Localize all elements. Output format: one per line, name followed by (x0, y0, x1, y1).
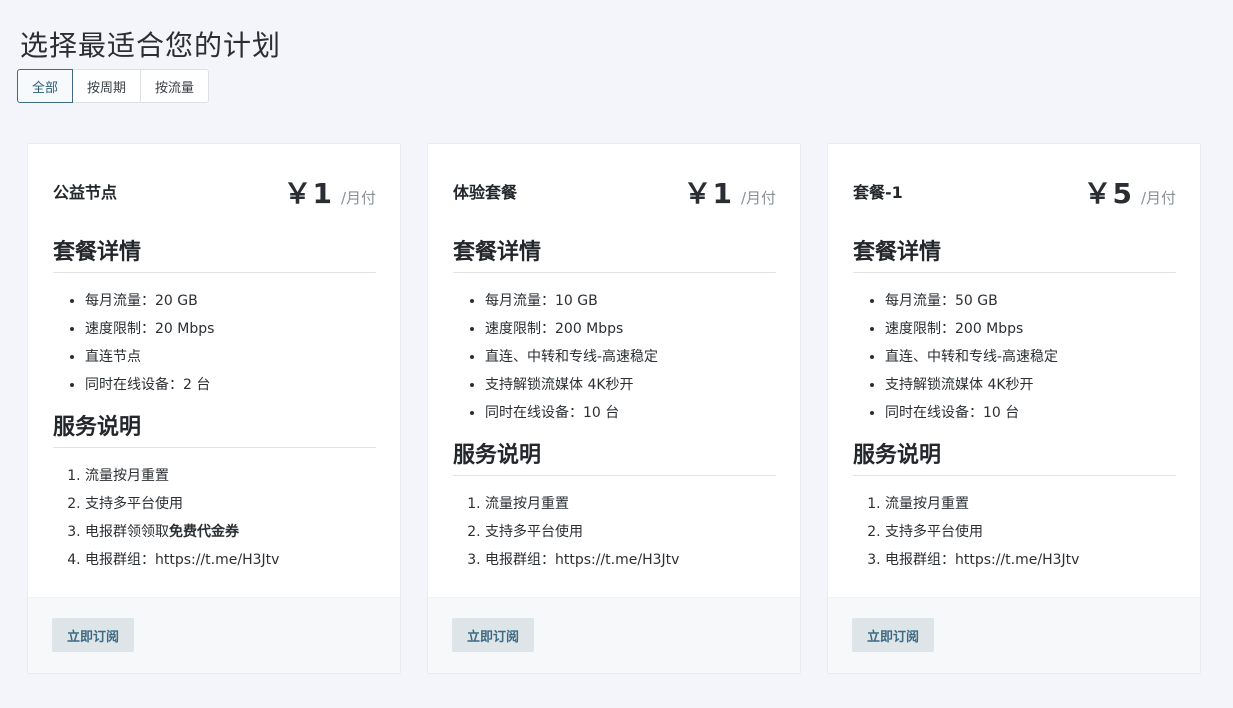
subscribe-button[interactable]: 立即订阅 (852, 618, 935, 652)
list-item: 支持多平台使用 (85, 490, 376, 518)
list-item: 流量按月重置 (885, 490, 1176, 518)
plan-price: ￥1 /月付 (683, 172, 776, 212)
list-item: 支持解锁流媒体 4K秒开 (885, 371, 1176, 399)
price-amount: ￥1 (683, 177, 733, 210)
tab-by-traffic[interactable]: 按流量 (140, 69, 210, 103)
note-text: 流量按月重置 (885, 496, 969, 512)
note-text: 支持多平台使用 (485, 524, 583, 540)
note-text: 电报群组：https://t.me/H3Jtv (485, 552, 680, 568)
list-item: 支持解锁流媒体 4K秒开 (485, 371, 776, 399)
list-item: 同时在线设备：2 台 (85, 371, 376, 399)
price-period: /月付 (740, 189, 776, 207)
list-item: 速度限制：200 Mbps (885, 315, 1176, 343)
tab-by-period[interactable]: 按周期 (72, 69, 142, 103)
list-item: 每月流量：20 GB (85, 287, 376, 315)
list-item: 速度限制：20 Mbps (85, 315, 376, 343)
list-item: 电报群领领取免费代金券 (85, 518, 376, 546)
card-footer: 立即订阅 (828, 597, 1200, 673)
list-item: 直连节点 (85, 343, 376, 371)
note-text: 支持多平台使用 (85, 496, 183, 512)
list-item: 每月流量：10 GB (485, 287, 776, 315)
feature-list: 每月流量：50 GB 速度限制：200 Mbps 直连、中转和专线-高速稳定 支… (853, 287, 1176, 427)
price-period: /月付 (340, 189, 376, 207)
list-item: 直连、中转和专线-高速稳定 (885, 343, 1176, 371)
service-notes: 流量按月重置 支持多平台使用 电报群领领取免费代金券 电报群组：https://… (53, 462, 376, 574)
note-text: 电报群组：https://t.me/H3Jtv (85, 552, 280, 568)
card-footer: 立即订阅 (28, 597, 400, 673)
list-item: 同时在线设备：10 台 (885, 399, 1176, 427)
list-item: 电报群组：https://t.me/H3Jtv (485, 546, 776, 574)
plan-price: ￥1 /月付 (283, 172, 376, 212)
card-footer: 立即订阅 (428, 597, 800, 673)
feature-list: 每月流量：20 GB 速度限制：20 Mbps 直连节点 同时在线设备：2 台 (53, 287, 376, 399)
service-notes: 流量按月重置 支持多平台使用 电报群组：https://t.me/H3Jtv (853, 490, 1176, 574)
section-title-service: 服务说明 (453, 437, 776, 476)
list-item: 流量按月重置 (485, 490, 776, 518)
price-amount: ￥1 (283, 177, 333, 210)
plan-card: 公益节点 ￥1 /月付 套餐详情 每月流量：20 GB 速度限制：20 Mbps… (27, 143, 401, 674)
note-text: 电报群领领取 (85, 524, 169, 540)
price-amount: ￥5 (1083, 177, 1133, 210)
section-title-details: 套餐详情 (453, 234, 776, 273)
list-item: 支持多平台使用 (485, 518, 776, 546)
note-text: 流量按月重置 (85, 468, 169, 484)
subscribe-button[interactable]: 立即订阅 (452, 618, 535, 652)
plan-card: 套餐-1 ￥5 /月付 套餐详情 每月流量：50 GB 速度限制：200 Mbp… (827, 143, 1201, 674)
page-title: 选择最适合您的计划 (20, 29, 282, 62)
plan-name: 体验套餐 (453, 183, 518, 202)
plan-name: 公益节点 (53, 183, 118, 202)
list-item: 每月流量：50 GB (885, 287, 1176, 315)
feature-list: 每月流量：10 GB 速度限制：200 Mbps 直连、中转和专线-高速稳定 支… (453, 287, 776, 427)
note-text: 流量按月重置 (485, 496, 569, 512)
service-notes: 流量按月重置 支持多平台使用 电报群组：https://t.me/H3Jtv (453, 490, 776, 574)
list-item: 流量按月重置 (85, 462, 376, 490)
tab-all[interactable]: 全部 (17, 69, 74, 103)
section-title-details: 套餐详情 (53, 234, 376, 273)
note-text: 支持多平台使用 (885, 524, 983, 540)
coupon-highlight: 免费代金券 (169, 524, 239, 540)
list-item: 同时在线设备：10 台 (485, 399, 776, 427)
section-title-service: 服务说明 (853, 437, 1176, 476)
list-item: 直连、中转和专线-高速稳定 (485, 343, 776, 371)
plan-name: 套餐-1 (853, 183, 903, 202)
list-item: 支持多平台使用 (885, 518, 1176, 546)
plan-price: ￥5 /月付 (1083, 172, 1176, 212)
list-item: 速度限制：200 Mbps (485, 315, 776, 343)
price-period: /月付 (1140, 189, 1176, 207)
plan-cards: 公益节点 ￥1 /月付 套餐详情 每月流量：20 GB 速度限制：20 Mbps… (27, 143, 1201, 674)
list-item: 电报群组：https://t.me/H3Jtv (885, 546, 1176, 574)
plan-filter-tabs: 全部 按周期 按流量 (17, 69, 210, 103)
section-title-service: 服务说明 (53, 409, 376, 448)
list-item: 电报群组：https://t.me/H3Jtv (85, 546, 376, 574)
note-text: 电报群组：https://t.me/H3Jtv (885, 552, 1080, 568)
subscribe-button[interactable]: 立即订阅 (52, 618, 135, 652)
section-title-details: 套餐详情 (853, 234, 1176, 273)
plan-card: 体验套餐 ￥1 /月付 套餐详情 每月流量：10 GB 速度限制：200 Mbp… (427, 143, 801, 674)
